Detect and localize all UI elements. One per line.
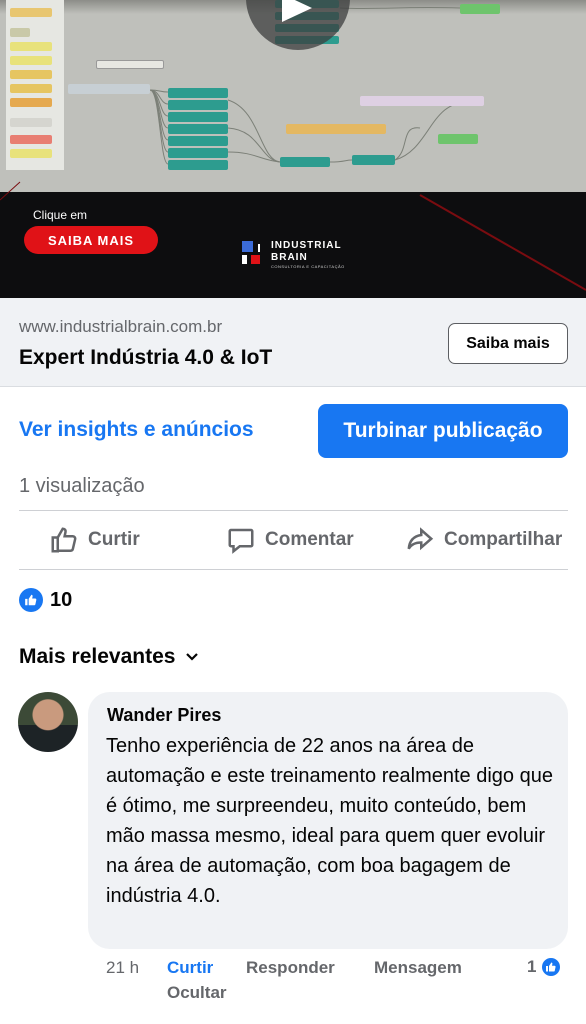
comment-sort-label: Mais relevantes (19, 645, 176, 668)
brand-tagline: CONSULTORIA E CAPACITAÇÃO (271, 264, 345, 269)
industrial-brain-logo (242, 241, 266, 267)
play-icon (282, 0, 312, 22)
link-title: Expert Indústria 4.0 & IoT (19, 346, 273, 369)
comment-button[interactable]: Comentar (226, 521, 354, 559)
comment-reaction-count[interactable]: 1 (527, 956, 563, 978)
share-label: Compartilhar (444, 529, 563, 550)
cta-prefix: Clique em (33, 208, 88, 222)
comment-reply-button[interactable]: Responder (246, 958, 335, 978)
chevron-down-icon (186, 653, 199, 661)
comment-time: 21 h (106, 958, 140, 977)
comment-text: Tenho experiência de 22 anos na área de … (106, 735, 553, 907)
ad-video[interactable]: Clique em SAIBA MAIS INDUSTRIAL BRAIN CO… (0, 0, 586, 298)
comment-bubble-icon (228, 528, 254, 554)
link-url: www.industrialbrain.com.br (19, 317, 223, 336)
comment-like-button[interactable]: Curtir (167, 958, 213, 978)
thumbs-up-icon (51, 527, 77, 553)
comment-message-button[interactable]: Mensagem (374, 958, 462, 978)
brand-name: INDUSTRIAL BRAIN (271, 240, 342, 263)
insights-link[interactable]: Ver insights e anúncios (19, 418, 254, 442)
comment-author[interactable]: Wander Pires (107, 705, 221, 726)
saiba-mais-button[interactable]: Saiba mais (448, 323, 568, 364)
share-button[interactable]: Compartilhar (405, 521, 562, 559)
saiba-mais-video-button[interactable]: SAIBA MAIS (24, 226, 158, 254)
boost-post-button[interactable]: Turbinar publicação (318, 404, 568, 458)
like-count: 10 (50, 588, 73, 611)
avatar[interactable] (18, 692, 78, 752)
comment-label: Comentar (265, 529, 354, 550)
like-reaction-icon (19, 588, 43, 612)
view-count: 1 visualização (19, 475, 145, 497)
comment-sort-dropdown[interactable]: Mais relevantes (19, 645, 199, 669)
like-button[interactable]: Curtir (49, 521, 140, 559)
comment-hide-button[interactable]: Ocultar (167, 983, 227, 1003)
like-label: Curtir (88, 529, 140, 550)
share-arrow-icon (407, 527, 434, 551)
divider (19, 569, 568, 570)
divider (19, 510, 568, 511)
reaction-summary[interactable]: 10 (19, 588, 72, 612)
comment-like-count: 1 (527, 957, 537, 976)
link-preview-card[interactable]: www.industrialbrain.com.br Expert Indúst… (0, 298, 586, 387)
like-reaction-icon (540, 956, 563, 978)
